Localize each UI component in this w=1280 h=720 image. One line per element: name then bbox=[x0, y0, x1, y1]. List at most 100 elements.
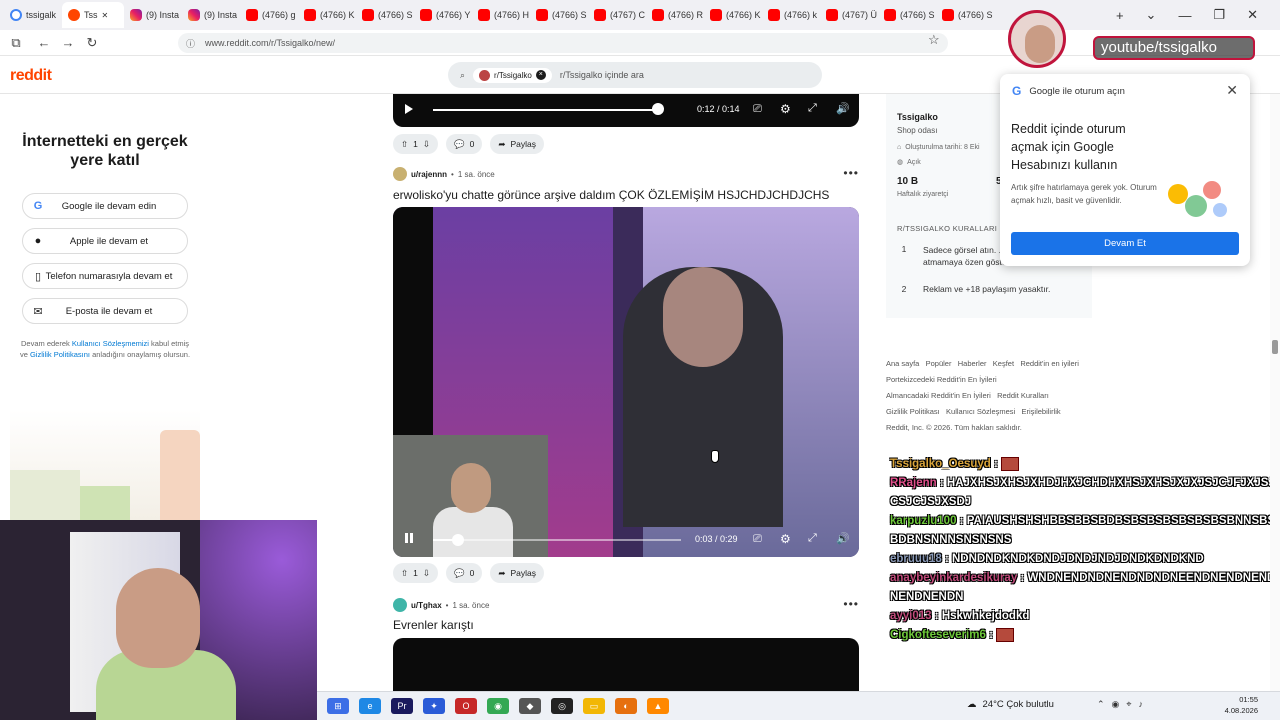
chrome-icon[interactable]: ◉ bbox=[487, 698, 509, 714]
footer-link[interactable]: Almancadaki Reddit'in En İyileri bbox=[886, 391, 991, 400]
fullscreen-icon[interactable]: ⤢ bbox=[808, 532, 817, 545]
upvote-icon[interactable]: ⇧ bbox=[401, 139, 408, 150]
reddit-logo[interactable]: reddit bbox=[10, 67, 52, 85]
opera-icon[interactable]: O bbox=[455, 698, 477, 714]
app-icon[interactable]: ✦ bbox=[423, 698, 445, 714]
app2-icon[interactable]: ◆ bbox=[519, 698, 541, 714]
volume-icon[interactable]: ♪ bbox=[1138, 699, 1143, 710]
volume-icon[interactable]: 🔊 bbox=[836, 532, 850, 545]
settings-gear-icon[interactable]: ⚙ bbox=[780, 102, 791, 116]
start-icon[interactable]: ⊞ bbox=[327, 698, 349, 714]
browser-tab[interactable]: (4766) g bbox=[240, 2, 298, 28]
footer-link[interactable]: Reddit Kuralları bbox=[997, 391, 1049, 400]
continue-button[interactable]: Devam Et bbox=[1011, 232, 1239, 255]
footer-link[interactable]: Reddit'in en iyileri bbox=[1020, 359, 1079, 368]
search-bar[interactable]: ⌕ r/Tssigalko × r/Tssigalko içinde ara bbox=[448, 62, 822, 88]
captions-icon[interactable]: ⎚ bbox=[753, 103, 762, 116]
close-tab-icon[interactable]: ✕ bbox=[102, 11, 109, 20]
footer-link[interactable]: Ana sayfa bbox=[886, 359, 919, 368]
footer-link[interactable]: Haberler bbox=[958, 359, 987, 368]
url-field[interactable]: ⓘ www.reddit.com/r/Tssigalko/new/ bbox=[178, 33, 948, 53]
post2-video[interactable]: 0:03 / 0:29 ⎚ ⚙ ⤢ 🔊 bbox=[393, 207, 859, 557]
post1-video[interactable]: 0:12 / 0:14 ⎚ ⚙ ⤢ 🔊 bbox=[393, 94, 859, 127]
upvote-icon[interactable]: ⇧ bbox=[401, 568, 408, 579]
post2-seek-knob[interactable] bbox=[451, 534, 464, 546]
chevron-down-icon[interactable]: ⌄ bbox=[1146, 7, 1157, 23]
footer-link[interactable]: Erişilebilirlik bbox=[1022, 407, 1061, 416]
system-clock[interactable]: 01:55 4.08.2026 bbox=[1225, 694, 1258, 716]
browser-tab[interactable]: (4766) S bbox=[878, 2, 936, 28]
explorer-icon[interactable]: ▭ bbox=[583, 698, 605, 714]
forward-icon[interactable]: → bbox=[56, 35, 80, 50]
post2-comments-button[interactable]: 💬 0 bbox=[445, 563, 483, 583]
firefox-icon[interactable]: ◐ bbox=[615, 698, 637, 714]
google-continue-button[interactable]: G Google ile devam edin bbox=[22, 193, 188, 219]
browser-tab[interactable]: (4766) K bbox=[298, 2, 356, 28]
post3-more-icon[interactable]: ••• bbox=[843, 597, 859, 611]
search-placeholder[interactable]: r/Tssigalko içinde ara bbox=[560, 70, 644, 80]
post1-comments-button[interactable]: 💬 0 bbox=[445, 134, 483, 154]
downvote-icon[interactable]: ⇩ bbox=[423, 139, 430, 150]
rule-item[interactable]: 2 Reklam ve +18 paylaşım yasaktır. bbox=[897, 284, 1051, 294]
close-window-icon[interactable]: ✕ bbox=[1247, 7, 1258, 23]
browser-tab[interactable]: tssigalk bbox=[4, 2, 62, 28]
user-avatar[interactable] bbox=[393, 598, 407, 612]
tray-app-icon[interactable]: ◉ bbox=[1112, 699, 1120, 710]
browser-tab[interactable]: Tss ✕ bbox=[62, 2, 124, 28]
browser-tab[interactable]: (4766) H bbox=[472, 2, 530, 28]
post1-seek-knob[interactable] bbox=[652, 103, 665, 115]
play-button[interactable] bbox=[405, 104, 413, 114]
tab-actions-icon[interactable]: ⧉ bbox=[4, 35, 28, 51]
post1-share-button[interactable]: ➦ Paylaş bbox=[490, 134, 544, 154]
volume-icon[interactable]: 🔊 bbox=[836, 102, 850, 115]
captions-icon[interactable]: ⎚ bbox=[753, 533, 762, 546]
scrollbar-thumb[interactable] bbox=[1272, 340, 1278, 354]
post3-title[interactable]: Evrenler karıştı bbox=[393, 618, 474, 632]
minimize-icon[interactable]: — bbox=[1178, 8, 1191, 23]
browser-tab[interactable]: (4766) K bbox=[704, 2, 762, 28]
tray-expand-icon[interactable]: ⌃ bbox=[1097, 699, 1105, 710]
browser-tab[interactable]: (4766) R bbox=[646, 2, 704, 28]
post1-seek-track[interactable] bbox=[433, 109, 663, 111]
post2-more-icon[interactable]: ••• bbox=[843, 166, 859, 180]
post2-title[interactable]: erwolisko'yu chatte görünce arşive daldı… bbox=[393, 188, 829, 202]
subreddit-chip[interactable]: r/Tssigalko × bbox=[473, 67, 552, 83]
close-icon[interactable]: ✕ bbox=[1226, 82, 1238, 99]
downvote-icon[interactable]: ⇩ bbox=[423, 568, 430, 579]
browser-tab[interactable]: (4766) S bbox=[936, 2, 994, 28]
browser-tab[interactable]: (4766) Y bbox=[414, 2, 472, 28]
post2-vote[interactable]: ⇧ 1 ⇩ bbox=[393, 563, 438, 583]
new-tab-icon[interactable]: + bbox=[1116, 8, 1124, 23]
browser-tab[interactable]: (4766) S bbox=[356, 2, 414, 28]
footer-link[interactable]: Kullanıcı Sözleşmesi bbox=[946, 407, 1015, 416]
apple-continue-button[interactable]: ● Apple ile devam et bbox=[22, 228, 188, 254]
settings-gear-icon[interactable]: ⚙ bbox=[780, 532, 791, 546]
site-info-icon[interactable]: ⓘ bbox=[186, 37, 195, 50]
vlc-icon[interactable]: ▲ bbox=[647, 698, 669, 714]
premiere-icon[interactable]: Pr bbox=[391, 698, 413, 714]
footer-link[interactable]: Portekizcedeki Reddit'in En İyileri bbox=[886, 375, 997, 384]
browser-tab[interactable]: (4766) k bbox=[762, 2, 820, 28]
fullscreen-icon[interactable]: ⤢ bbox=[808, 102, 817, 115]
restore-icon[interactable]: ❐ bbox=[1213, 7, 1225, 23]
phone-continue-button[interactable]: ▯ Telefon numarasıyla devam et bbox=[22, 263, 188, 289]
email-continue-button[interactable]: ✉ E-posta ile devam et bbox=[22, 298, 188, 324]
reload-icon[interactable]: ↻ bbox=[80, 35, 104, 51]
footer-link[interactable]: Keşfet bbox=[993, 359, 1014, 368]
back-icon[interactable]: ← bbox=[32, 35, 56, 50]
post1-vote[interactable]: ⇧ 1 ⇩ bbox=[393, 134, 438, 154]
obs-icon[interactable]: ◎ bbox=[551, 698, 573, 714]
footer-link[interactable]: Popüler bbox=[926, 359, 952, 368]
page-scrollbar[interactable] bbox=[1270, 94, 1280, 691]
browser-tab[interactable]: (9) Insta bbox=[182, 2, 240, 28]
post2-seek-track[interactable] bbox=[433, 539, 681, 541]
pause-button[interactable] bbox=[405, 533, 413, 543]
browser-tab[interactable]: (4766) S bbox=[530, 2, 588, 28]
post2-share-button[interactable]: ➦ Paylaş bbox=[490, 563, 544, 583]
browser-tab[interactable]: (9) Insta bbox=[124, 2, 182, 28]
edge-icon[interactable]: e bbox=[359, 698, 381, 714]
user-agreement-link[interactable]: Kullanıcı Sözleşmemizi bbox=[72, 339, 149, 348]
weather-widget[interactable]: ☁ 24°C Çok bulutlu bbox=[967, 699, 1054, 710]
remove-chip-icon[interactable]: × bbox=[535, 70, 546, 80]
post3-username[interactable]: u/Tghax bbox=[411, 601, 442, 610]
